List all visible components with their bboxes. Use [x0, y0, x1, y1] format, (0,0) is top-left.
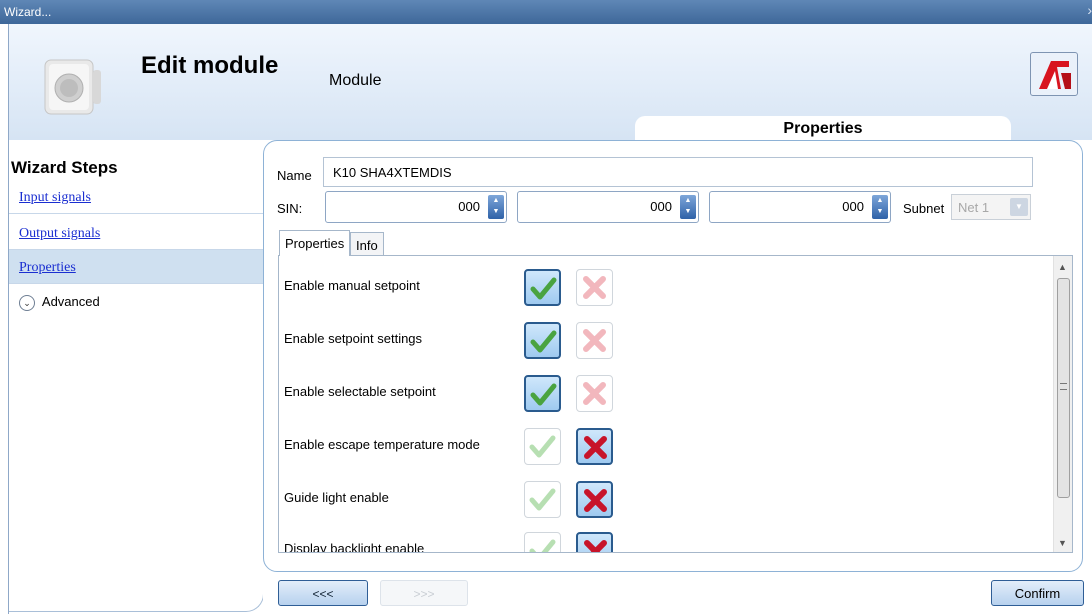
confirm-button[interactable]: Confirm: [991, 580, 1084, 606]
tab-info[interactable]: Info: [350, 232, 384, 256]
sin-field-1[interactable]: 000 ▲ ▼: [325, 191, 507, 223]
enable-check-button[interactable]: [524, 428, 561, 465]
step-properties-link[interactable]: Properties: [19, 260, 76, 275]
enable-check-button[interactable]: [524, 322, 561, 359]
name-label: Name: [277, 168, 312, 183]
grip-icon: [1060, 383, 1067, 390]
sin-label: SIN:: [277, 201, 303, 216]
property-label: Guide light enable: [284, 490, 389, 505]
enable-check-button[interactable]: [524, 375, 561, 412]
disable-cross-button[interactable]: [576, 532, 613, 552]
step-output-signals[interactable]: Output signals: [9, 216, 264, 250]
step-advanced-label: Advanced: [41, 294, 100, 309]
disable-cross-button[interactable]: [576, 428, 613, 465]
close-icon[interactable]: ›: [1087, 2, 1092, 18]
property-row: Enable setpoint settings: [284, 314, 1044, 366]
scrollbar-thumb[interactable]: [1057, 278, 1070, 498]
step-advanced[interactable]: ⌄ Advanced: [9, 285, 264, 319]
window-titlebar: Wizard... ›: [0, 0, 1092, 24]
subnet-value: Net 1: [958, 200, 990, 215]
sin-value-1: 000: [458, 199, 480, 214]
step-input-signals[interactable]: Input signals: [9, 180, 264, 214]
property-label: Display backlight enable: [284, 541, 425, 553]
spinner-arrows-icon[interactable]: ▲ ▼: [872, 195, 888, 219]
wizard-steps-title: Wizard Steps: [11, 158, 118, 177]
name-input[interactable]: K10 SHA4XTEMDIS: [323, 157, 1033, 187]
step-input-signals-link[interactable]: Input signals: [19, 190, 91, 205]
property-row: Enable selectable setpoint: [284, 367, 1044, 419]
spinner-arrows-icon[interactable]: ▲ ▼: [488, 195, 504, 219]
properties-list-panel: Enable manual setpoint Enable setpoint se…: [278, 255, 1073, 553]
step-output-signals-link[interactable]: Output signals: [19, 226, 100, 241]
chevron-down-icon[interactable]: ▼: [1010, 198, 1028, 216]
sin-field-2[interactable]: 000 ▲ ▼: [517, 191, 699, 223]
app-logo-icon[interactable]: [1030, 52, 1078, 96]
window-title: Wizard...: [4, 5, 52, 19]
sin-value-3: 000: [842, 199, 864, 214]
scroll-down-icon[interactable]: ▼: [1058, 538, 1067, 548]
enable-check-button[interactable]: [524, 269, 561, 306]
sin-value-2: 000: [650, 199, 672, 214]
section-tab-properties: Properties: [635, 116, 1011, 140]
property-label: Enable manual setpoint: [284, 278, 420, 293]
module-device-image: [39, 52, 105, 122]
step-properties[interactable]: Properties: [9, 250, 264, 284]
disable-cross-button[interactable]: [576, 269, 613, 306]
back-button[interactable]: <<<: [278, 580, 368, 606]
subnet-label: Subnet: [903, 201, 945, 216]
property-label: Enable selectable setpoint: [284, 384, 436, 399]
wizard-steps-panel: Wizard Steps Input signals Output signal…: [8, 140, 264, 614]
wizard-header: Edit module Module Properties: [8, 24, 1092, 140]
disable-cross-button[interactable]: [576, 375, 613, 412]
enable-check-button[interactable]: [524, 481, 561, 518]
property-row: Guide light enable: [284, 473, 1044, 525]
page-title: Edit module: [141, 52, 279, 79]
disable-cross-button[interactable]: [576, 322, 613, 359]
property-label: Enable escape temperature mode: [284, 437, 480, 452]
tab-properties[interactable]: Properties: [279, 230, 351, 256]
subnet-select[interactable]: Net 1 ▼: [951, 194, 1031, 220]
chevron-down-icon[interactable]: ⌄: [19, 294, 35, 311]
spinner-arrows-icon[interactable]: ▲ ▼: [680, 195, 696, 219]
sin-field-3[interactable]: 000 ▲ ▼: [709, 191, 891, 223]
vertical-scrollbar[interactable]: ▲ ▼: [1053, 256, 1072, 552]
scroll-up-icon[interactable]: ▲: [1058, 262, 1067, 272]
property-row: Enable escape temperature mode: [284, 420, 1044, 472]
disable-cross-button[interactable]: [576, 481, 613, 518]
properties-form: Name K10 SHA4XTEMDIS SIN: 000 ▲ ▼ 000 ▲ ▼ …: [263, 140, 1092, 614]
property-label: Enable setpoint settings: [284, 331, 423, 346]
property-row: Enable manual setpoint: [284, 261, 1044, 313]
property-row: Display backlight enable: [284, 524, 1044, 553]
page-subtitle: Module: [329, 72, 382, 89]
next-button[interactable]: >>>: [380, 580, 468, 606]
enable-check-button[interactable]: [524, 532, 561, 552]
